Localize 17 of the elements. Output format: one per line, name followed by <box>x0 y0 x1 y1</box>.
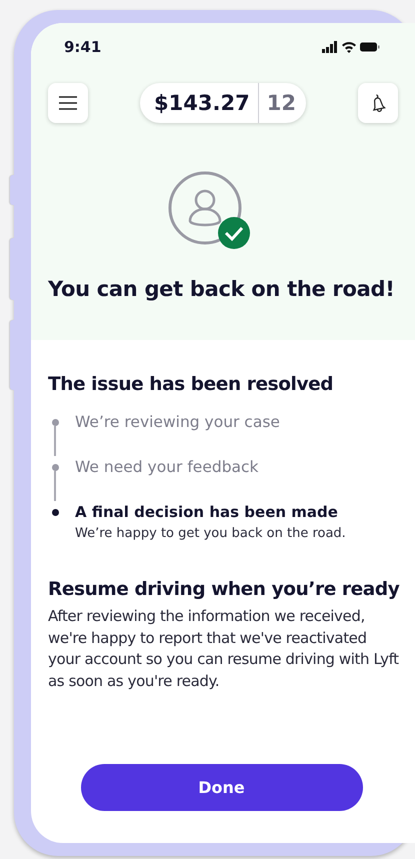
notifications-button[interactable] <box>358 83 398 123</box>
step-label: We need your feedback <box>75 457 259 478</box>
resume-paragraph: After reviewing the information we received, we're happy to report that we've reactivated your account so you can resume driving with Lyft as soon as you're ready. <box>48 606 400 692</box>
section-title: The issue has been resolved <box>48 373 334 397</box>
earnings-pill[interactable]: $143.27 12 <box>140 83 306 123</box>
status-time: 9:41 <box>64 38 102 56</box>
hero-title: You can get back on the road! <box>48 277 396 301</box>
section-title: Resume driving when you’re ready <box>48 578 400 602</box>
status-icons-drawing <box>322 41 380 53</box>
earnings-amount: $143.27 <box>154 83 259 123</box>
done-button[interactable]: Done <box>80 764 362 811</box>
ride-count: 12 <box>266 91 296 115</box>
menu-icon <box>59 96 77 110</box>
menu-button[interactable] <box>48 83 88 123</box>
step-detail: We’re happy to get you back on the road. <box>75 526 346 541</box>
step-label: We’re reviewing your case <box>75 412 280 433</box>
step-label: A final decision has been made <box>75 502 339 523</box>
